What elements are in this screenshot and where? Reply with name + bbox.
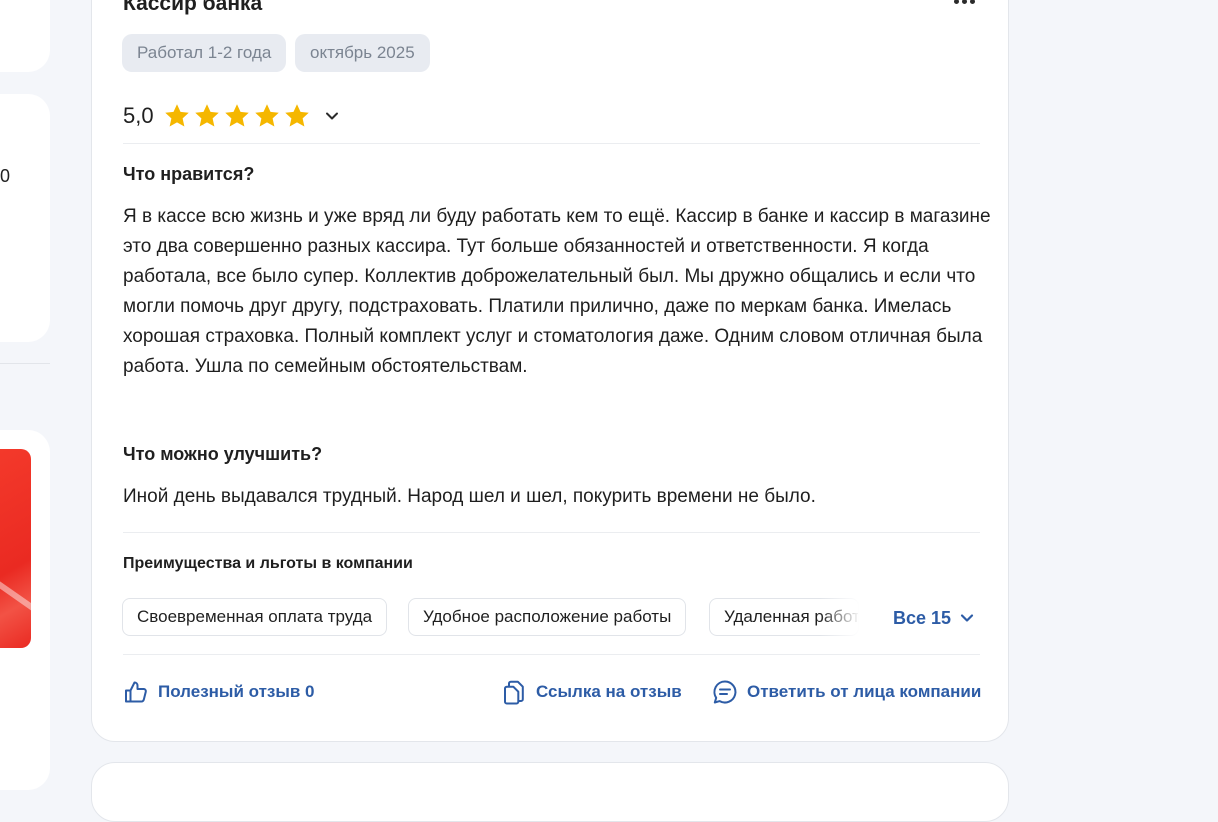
chat-icon <box>713 680 737 704</box>
benefits-heading: Преимущества и льготы в компании <box>123 555 413 572</box>
tag-experience: Работал 1-2 года <box>122 34 287 72</box>
useful-review-label: Полезный отзыв 0 <box>158 682 315 701</box>
more-icon[interactable] <box>948 0 980 8</box>
divider <box>123 143 980 144</box>
review-link-button[interactable]: Ссылка на отзыв <box>500 677 682 707</box>
benefit-chip[interactable]: Своевременная оплата труда <box>122 598 388 636</box>
star-icon <box>224 104 249 127</box>
reply-as-company-button[interactable]: Ответить от лица компании <box>711 677 981 707</box>
rating-value: 5,0 <box>123 103 154 128</box>
tag-date: октябрь 2025 <box>295 34 430 72</box>
divider <box>123 532 980 533</box>
improve-heading: Что можно улучшить? <box>123 444 323 464</box>
star-icon <box>164 104 189 127</box>
copy-link-icon <box>504 680 524 705</box>
useful-review-button[interactable]: Полезный отзыв 0 <box>122 677 315 707</box>
left-card-middle <box>0 94 50 342</box>
star-icon <box>254 104 279 127</box>
improve-text: Иной день выдавался трудный. Народ шел и… <box>123 486 816 507</box>
review-title: Кассир банка <box>123 0 263 15</box>
left-card-value: 0 <box>0 166 11 186</box>
next-review-card <box>91 762 1009 822</box>
chip-fade <box>820 598 860 636</box>
rating-stars <box>162 101 312 131</box>
reply-as-company-label: Ответить от лица компании <box>747 682 982 701</box>
promo-banner[interactable] <box>0 449 31 648</box>
star-icon <box>194 104 219 127</box>
rating-row[interactable]: 5,0 <box>123 100 342 132</box>
all-benefits-label: Все 15 <box>893 607 952 628</box>
star-icon <box>284 104 309 127</box>
divider <box>123 654 980 655</box>
chevron-down-icon[interactable] <box>322 106 342 126</box>
likes-text: Я в кассе всю жизнь и уже вряд ли буду р… <box>123 206 991 377</box>
left-divider <box>0 363 50 364</box>
chevron-down-icon <box>960 614 974 622</box>
thumbs-up-icon <box>125 681 147 703</box>
benefit-chip[interactable]: Удобное расположение работы <box>408 598 687 636</box>
all-benefits-button[interactable]: Все 15 <box>893 606 977 630</box>
left-card-top <box>0 0 50 72</box>
review-link-label: Ссылка на отзыв <box>536 682 682 701</box>
likes-heading: Что нравится? <box>123 164 255 184</box>
